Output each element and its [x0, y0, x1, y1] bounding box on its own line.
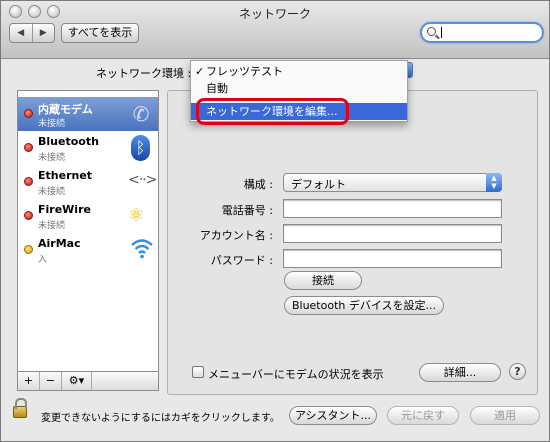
wifi-icon: [131, 239, 153, 259]
service-list: 内蔵モデム 未接続 ✆ Bluetooth 未接続 ᛒ Ethernet 未接続…: [17, 90, 159, 372]
service-name: Ethernet: [38, 169, 93, 182]
menu-item-label: 自動: [206, 82, 228, 95]
search-field[interactable]: [420, 22, 544, 43]
service-status: 入: [38, 255, 48, 265]
config-label: 構成 :: [243, 178, 273, 191]
service-list-toolbar: + − ⚙▾: [17, 372, 159, 391]
apply-button[interactable]: 適用: [470, 406, 540, 425]
bluetooth-icon: ᛒ: [131, 135, 150, 161]
config-popup[interactable]: デフォルト ▲ ▼: [283, 173, 502, 192]
highlight-ring: [196, 98, 349, 125]
phone-number-field[interactable]: [283, 199, 502, 218]
password-field[interactable]: [283, 249, 502, 268]
menu-item-automatic[interactable]: 自動: [191, 80, 407, 97]
menubar-status-label: メニューバーにモデムの状況を表示: [208, 368, 384, 381]
location-label: ネットワーク環境 :: [96, 67, 192, 80]
window-title: ネットワーク: [238, 7, 311, 21]
back-button[interactable]: ◀: [10, 24, 32, 42]
service-status: 未接続: [38, 153, 66, 163]
nav-buttons: ◀ ▶: [9, 23, 55, 43]
bluetooth-setup-button[interactable]: Bluetooth デバイスを設定...: [284, 296, 444, 315]
service-name: Bluetooth: [38, 135, 99, 148]
ethernet-icon: <··>: [128, 172, 157, 188]
advanced-button[interactable]: 詳細...: [419, 363, 501, 382]
lock-instruction-text: 変更できないようにするにはカギをクリックします。: [41, 413, 280, 424]
service-status: 未接続: [38, 187, 66, 197]
menubar-status-checkbox[interactable]: [192, 366, 204, 378]
status-dot-red: [24, 211, 33, 220]
revert-button[interactable]: 元に戻す: [387, 406, 459, 425]
service-status: 未接続: [38, 119, 66, 129]
add-service-button[interactable]: +: [18, 372, 40, 390]
network-preferences-window: ネットワーク ◀ ▶ すべてを表示 ネットワーク環境 : 内蔵モデム 未接続 ✆…: [0, 0, 550, 442]
menu-item-label: フレッツテスト: [206, 65, 283, 78]
search-icon: [427, 27, 436, 36]
account-name-field[interactable]: [283, 224, 502, 243]
status-dot-red: [24, 177, 33, 186]
firewire-icon: ⚛: [128, 205, 145, 226]
connect-button[interactable]: 接続: [284, 271, 362, 290]
checkmark-icon: ✓: [195, 65, 205, 78]
phone-modem-icon: ✆: [132, 102, 150, 126]
service-item-firewire[interactable]: FireWire 未接続 ⚛: [18, 199, 158, 233]
service-item-internal-modem[interactable]: 内蔵モデム 未接続 ✆: [18, 97, 158, 131]
status-dot-red: [24, 109, 33, 118]
service-item-airmac[interactable]: AirMac 入: [18, 233, 158, 267]
text-caret: [441, 27, 442, 38]
service-name: FireWire: [38, 203, 91, 216]
forward-button[interactable]: ▶: [31, 24, 55, 42]
password-label: パスワード :: [210, 254, 273, 267]
service-status: 未接続: [38, 221, 66, 231]
assistant-button[interactable]: アシスタント...: [289, 406, 377, 425]
service-item-ethernet[interactable]: Ethernet 未接続 <··>: [18, 165, 158, 199]
title-bar: ネットワーク ◀ ▶ すべてを表示: [1, 1, 549, 59]
show-all-button[interactable]: すべてを表示: [61, 23, 139, 43]
help-button[interactable]: ?: [509, 363, 526, 380]
status-dot-red: [24, 143, 33, 152]
lock-icon[interactable]: [13, 398, 27, 418]
remove-service-button[interactable]: −: [40, 372, 62, 390]
menu-item-flets-test[interactable]: ✓ フレッツテスト: [191, 63, 407, 80]
popup-arrows-icon: ▲ ▼: [486, 173, 502, 192]
service-item-bluetooth[interactable]: Bluetooth 未接続 ᛒ: [18, 131, 158, 165]
status-dot-amber: [24, 245, 33, 254]
service-name: 内蔵モデム: [38, 103, 93, 116]
phone-label: 電話番号 :: [221, 204, 273, 217]
service-action-menu[interactable]: ⚙▾: [62, 372, 92, 390]
account-label: アカウント名 :: [199, 229, 273, 242]
config-value: デフォルト: [291, 178, 346, 191]
service-name: AirMac: [38, 237, 81, 250]
